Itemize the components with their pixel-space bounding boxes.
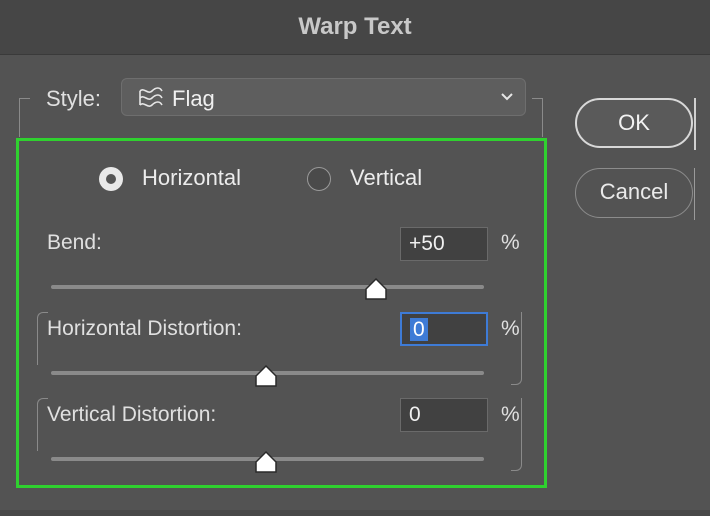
cancel-button[interactable]: Cancel xyxy=(575,168,693,218)
bend-slider-track[interactable] xyxy=(51,285,484,289)
style-value: Flag xyxy=(172,86,215,111)
vertical-distortion-input[interactable]: 0 xyxy=(400,398,488,432)
horizontal-distortion-label: Horizontal Distortion: xyxy=(47,317,242,340)
flag-icon xyxy=(139,87,163,107)
ok-button-edge xyxy=(694,98,696,150)
style-group-bracket-right xyxy=(532,98,543,137)
style-dropdown[interactable]: Flag xyxy=(121,78,526,116)
style-label: Style: xyxy=(46,86,102,111)
horizontal-radio-label: Horizontal xyxy=(142,165,242,190)
vertical-radio[interactable] xyxy=(307,167,331,191)
vertical-distortion-unit: % xyxy=(501,403,520,426)
bend-slider-thumb[interactable] xyxy=(364,277,388,301)
dialog-bottom-edge xyxy=(0,510,710,516)
title-bar: Warp Text xyxy=(0,0,710,55)
vertical-distortion-slider-thumb[interactable] xyxy=(254,450,278,474)
vertical-distortion-value: 0 xyxy=(409,403,421,426)
vertical-radio-label: Vertical xyxy=(350,165,423,190)
bend-input[interactable]: +50 xyxy=(400,227,488,261)
horizontal-distortion-unit: % xyxy=(501,317,520,340)
chevron-down-icon xyxy=(501,93,513,101)
bend-value: +50 xyxy=(409,232,445,255)
vertical-distortion-label: Vertical Distortion: xyxy=(47,403,217,426)
horizontal-distortion-slider-thumb[interactable] xyxy=(254,364,278,388)
style-group-bracket-left xyxy=(19,98,30,137)
horizontal-radio[interactable] xyxy=(99,167,123,191)
horizontal-distortion-input[interactable]: 0 xyxy=(400,312,488,346)
cancel-button-edge xyxy=(694,168,695,220)
bend-unit: % xyxy=(501,231,520,254)
window-title: Warp Text xyxy=(298,13,412,40)
ok-button[interactable]: OK xyxy=(575,98,693,148)
bend-label: Bend: xyxy=(47,231,102,254)
horizontal-distortion-value: 0 xyxy=(410,318,428,341)
